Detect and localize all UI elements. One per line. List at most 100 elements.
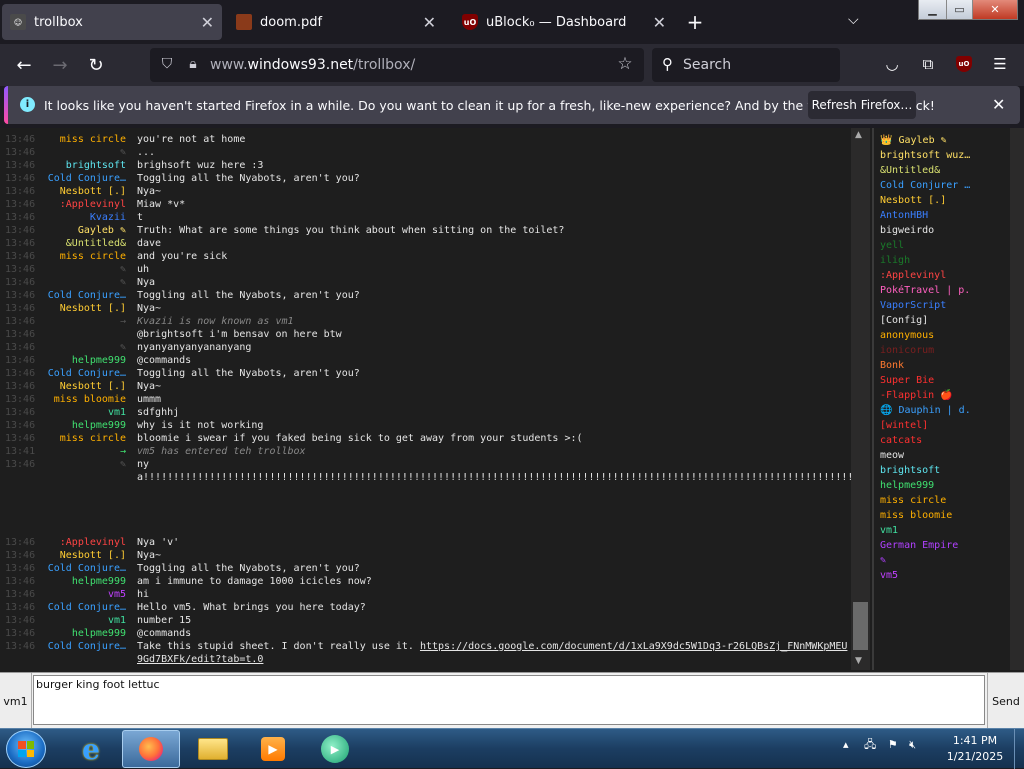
lock-icon[interactable]: 🔒︎ bbox=[184, 55, 202, 73]
chat-input[interactable]: burger king foot lettuc bbox=[33, 675, 985, 725]
user-list-item[interactable]: [wintel] bbox=[880, 418, 928, 433]
user-list-item[interactable]: miss bloomie bbox=[880, 508, 952, 523]
show-hidden-icons-icon[interactable]: ▴ bbox=[843, 738, 849, 751]
ublock-toolbar-icon[interactable]: uO bbox=[953, 53, 975, 75]
message-nick[interactable]: &Untitled& bbox=[20, 237, 126, 250]
message-nick[interactable]: Cold Conjure… bbox=[20, 640, 126, 653]
user-list-item[interactable]: Cold Conjurer … bbox=[880, 178, 970, 193]
message-nick[interactable]: Gayleb ✎ bbox=[20, 224, 126, 237]
user-list-item[interactable]: ionicorum bbox=[880, 343, 934, 358]
file-explorer-icon[interactable] bbox=[184, 730, 242, 768]
user-list-item[interactable]: brightsoft bbox=[880, 463, 940, 478]
message-nick[interactable]: :Applevinyl bbox=[20, 198, 126, 211]
message-nick[interactable]: ✎ bbox=[20, 276, 126, 289]
reload-icon[interactable]: ↻ bbox=[83, 52, 109, 78]
minimize-icon[interactable]: ▁ bbox=[919, 0, 947, 19]
close-tab-icon[interactable]: ✕ bbox=[653, 13, 666, 32]
user-list-item[interactable]: anonymous bbox=[880, 328, 934, 343]
user-list-item[interactable]: PokéTravel | p. bbox=[880, 283, 970, 298]
user-list-item[interactable]: yell bbox=[880, 238, 904, 253]
message-nick[interactable]: brightsoft bbox=[20, 159, 126, 172]
media-player-icon[interactable]: ▶ bbox=[244, 730, 302, 768]
nick-button[interactable]: vm1 bbox=[0, 673, 32, 729]
user-list-item[interactable]: iligh bbox=[880, 253, 910, 268]
message-nick[interactable]: Cold Conjure… bbox=[20, 367, 126, 380]
shield-icon[interactable]: ⛉ bbox=[158, 55, 176, 73]
start-button[interactable] bbox=[6, 730, 46, 768]
message-nick[interactable]: Kvazii bbox=[20, 211, 126, 224]
close-tab-icon[interactable]: ✕ bbox=[201, 13, 214, 32]
user-list-item[interactable]: [Config] bbox=[880, 313, 928, 328]
message-nick[interactable]: Nesbott [.] bbox=[20, 185, 126, 198]
user-list-item[interactable]: 🌐 Dauphin | d. bbox=[880, 403, 971, 418]
user-list-item[interactable]: -Flapplin 🍎 bbox=[880, 388, 953, 403]
action-center-flag-icon[interactable]: ⚑ bbox=[888, 738, 898, 751]
new-tab-icon[interactable]: + bbox=[684, 10, 706, 34]
message-nick[interactable]: ✎ bbox=[20, 263, 126, 276]
message-nick[interactable]: helpme999 bbox=[20, 575, 126, 588]
user-list-item[interactable]: AntonHBH bbox=[880, 208, 928, 223]
chat-scrollbar[interactable]: ▲ ▼ bbox=[851, 128, 870, 670]
network-icon[interactable]: 🖧︎ bbox=[864, 738, 876, 751]
show-desktop-button[interactable] bbox=[1014, 729, 1024, 769]
maximize-icon[interactable]: ▭ bbox=[947, 0, 973, 19]
user-list-item[interactable]: ✎ bbox=[880, 553, 886, 568]
user-list-item[interactable]: VaporScript bbox=[880, 298, 946, 313]
menu-icon[interactable]: ☰ bbox=[989, 53, 1011, 75]
chevron-down-icon[interactable]: ⌵ bbox=[848, 12, 859, 28]
media-center-icon[interactable]: ▶ bbox=[306, 730, 364, 768]
send-button[interactable]: Send bbox=[987, 673, 1024, 729]
message-nick[interactable]: → bbox=[20, 315, 126, 328]
message-nick[interactable]: Nesbott [.] bbox=[20, 549, 126, 562]
message-nick[interactable]: miss circle bbox=[20, 250, 126, 263]
message-nick[interactable]: helpme999 bbox=[20, 627, 126, 640]
pocket-icon[interactable]: ◡ bbox=[881, 53, 903, 75]
message-nick[interactable]: Nesbott [.] bbox=[20, 380, 126, 393]
message-nick[interactable]: vm1 bbox=[20, 614, 126, 627]
message-nick[interactable]: ✎ bbox=[20, 458, 126, 471]
close-notification-icon[interactable]: ✕ bbox=[992, 95, 1005, 114]
close-tab-icon[interactable]: ✕ bbox=[423, 13, 436, 32]
user-list-item[interactable]: German Empire bbox=[880, 538, 958, 553]
message-nick[interactable]: miss bloomie bbox=[20, 393, 126, 406]
user-list-item[interactable]: &Untitled& bbox=[880, 163, 940, 178]
user-list-scrollbar[interactable] bbox=[1010, 128, 1024, 670]
user-list-item[interactable]: :Applevinyl bbox=[880, 268, 946, 283]
internet-explorer-icon[interactable]: e bbox=[62, 730, 120, 768]
scroll-down-icon[interactable]: ▼ bbox=[855, 656, 862, 666]
message-nick[interactable]: vm1 bbox=[20, 406, 126, 419]
user-list-item[interactable]: catcats bbox=[880, 433, 922, 448]
message-nick[interactable]: :Applevinyl bbox=[20, 536, 126, 549]
user-list-item[interactable]: Nesbott [.] bbox=[880, 193, 946, 208]
back-icon[interactable]: ← bbox=[11, 52, 37, 78]
scroll-up-icon[interactable]: ▲ bbox=[855, 130, 862, 140]
user-list-item[interactable]: Super Bie bbox=[880, 373, 934, 388]
user-list-item[interactable]: Bonk bbox=[880, 358, 904, 373]
message-nick[interactable]: Cold Conjure… bbox=[20, 601, 126, 614]
volume-muted-icon[interactable]: 🔇︎ bbox=[909, 738, 916, 751]
firefox-taskbar-icon[interactable] bbox=[122, 730, 180, 768]
message-nick[interactable]: vm5 bbox=[20, 588, 126, 601]
message-nick[interactable]: helpme999 bbox=[20, 419, 126, 432]
bookmark-star-icon[interactable]: ☆ bbox=[616, 54, 634, 74]
message-nick[interactable]: ✎ bbox=[20, 146, 126, 159]
user-list-item[interactable]: vm1 bbox=[880, 523, 898, 538]
clock[interactable]: 1:41 PM 1/21/2025 bbox=[940, 733, 1010, 765]
user-list-item[interactable]: vm5 bbox=[880, 568, 898, 583]
close-window-icon[interactable]: ✕ bbox=[973, 0, 1017, 19]
message-nick[interactable]: ✎ bbox=[20, 341, 126, 354]
user-list-item[interactable]: helpme999 bbox=[880, 478, 934, 493]
search-field[interactable]: ⚲ Search bbox=[652, 48, 840, 82]
message-nick[interactable]: miss circle bbox=[20, 432, 126, 445]
message-nick[interactable]: Nesbott [.] bbox=[20, 302, 126, 315]
user-list-item[interactable]: meow bbox=[880, 448, 904, 463]
tab-doom-pdf[interactable]: doom.pdf ✕ bbox=[228, 4, 444, 40]
user-list-item[interactable]: bigweirdo bbox=[880, 223, 934, 238]
user-list-item[interactable]: miss circle bbox=[880, 493, 946, 508]
user-list-item[interactable]: brightsoft wuz… bbox=[880, 148, 970, 163]
tab-trollbox[interactable]: ☺ trollbox ✕ bbox=[2, 4, 222, 40]
message-nick[interactable]: miss circle bbox=[20, 133, 126, 146]
message-nick[interactable]: → bbox=[20, 445, 126, 458]
message-nick[interactable]: Cold Conjure… bbox=[20, 562, 126, 575]
forward-icon[interactable]: → bbox=[47, 52, 73, 78]
